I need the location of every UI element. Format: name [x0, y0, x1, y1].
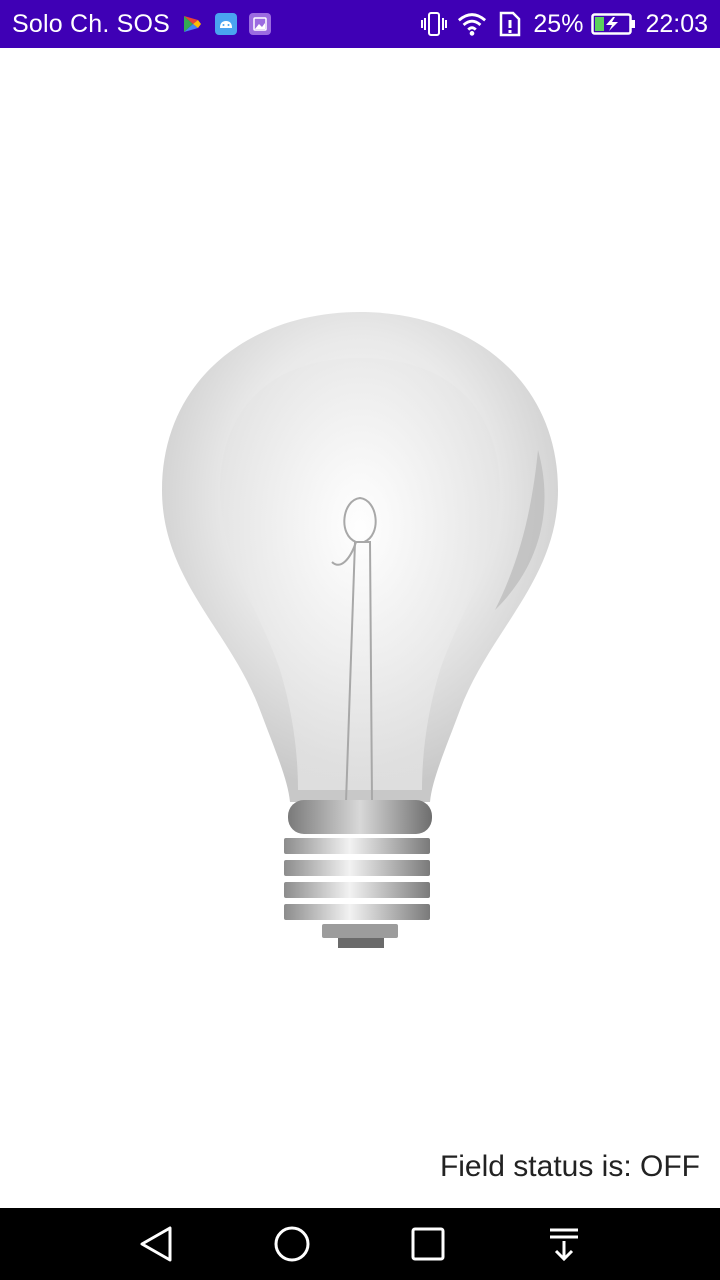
vibrate-icon	[419, 9, 449, 39]
status-left: Solo Ch. SOS	[12, 10, 419, 39]
home-icon	[274, 1226, 310, 1262]
status-bar: Solo Ch. SOS 25% 22:03	[0, 0, 720, 48]
home-button[interactable]	[270, 1222, 314, 1266]
notification-pulldown-icon	[550, 1228, 578, 1262]
clock: 22:03	[645, 9, 708, 38]
gallery-icon	[248, 12, 272, 36]
battery-percent: 25%	[533, 9, 584, 38]
recents-button[interactable]	[406, 1222, 450, 1266]
notification-pulldown-button[interactable]	[542, 1222, 586, 1266]
back-button[interactable]	[134, 1222, 178, 1266]
android-icon	[214, 12, 238, 36]
play-games-icon	[180, 12, 204, 36]
field-status-label: Field status is: OFF	[439, 1150, 700, 1183]
status-right: 25% 22:03	[419, 9, 708, 39]
carrier-name: Solo Ch. SOS	[12, 9, 171, 38]
battery-charging-icon	[591, 9, 637, 39]
back-icon	[140, 1226, 172, 1262]
main-content: Field status is: OFF	[0, 48, 720, 1208]
recents-icon	[411, 1227, 445, 1261]
light-bulb-off-icon[interactable]	[160, 310, 560, 950]
wifi-icon	[457, 9, 487, 39]
navigation-bar	[0, 1208, 720, 1280]
sim-alert-icon	[495, 9, 525, 39]
